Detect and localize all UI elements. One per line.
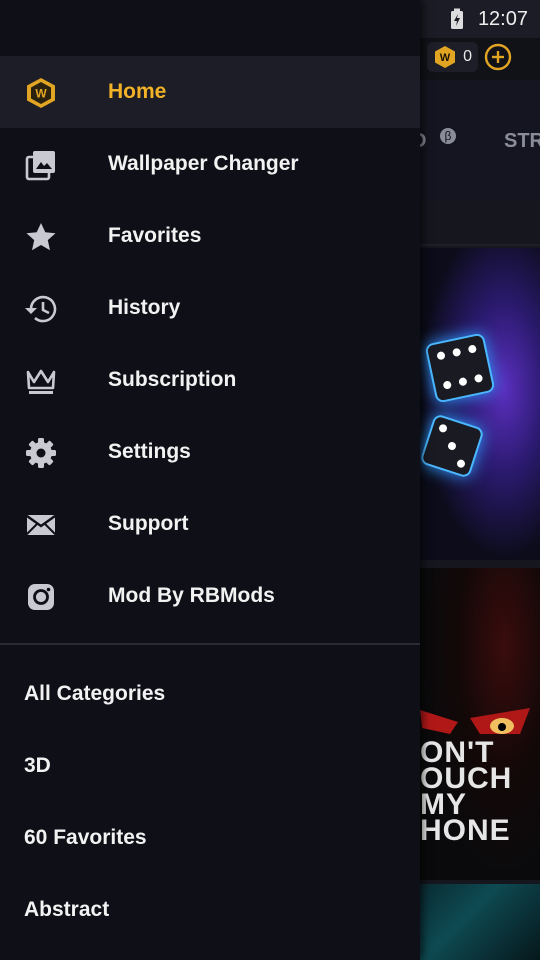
menu-item-history[interactable]: History bbox=[0, 272, 420, 344]
menu-label-favorites: Favorites bbox=[108, 224, 202, 247]
coin-count: 0 bbox=[463, 48, 472, 65]
add-coins-button[interactable] bbox=[484, 43, 512, 71]
coin-area: W 0 bbox=[427, 42, 512, 72]
menu-label-subscription: Subscription bbox=[108, 368, 237, 391]
category-3d[interactable]: 3D bbox=[0, 730, 420, 802]
coin-balance[interactable]: W 0 bbox=[427, 42, 478, 72]
drawer-divider bbox=[0, 643, 420, 645]
coin-icon: W bbox=[435, 46, 456, 68]
crown-icon bbox=[24, 364, 58, 398]
menu-item-wallpaper-changer[interactable]: Wallpaper Changer bbox=[0, 128, 420, 200]
menu-label-history: History bbox=[108, 296, 181, 319]
menu-item-home[interactable]: W Home bbox=[0, 56, 420, 128]
menu-label-wallpaper-changer: Wallpaper Changer bbox=[108, 152, 299, 175]
navigation-drawer: W Home Wallpaper Changer Favorites Histo… bbox=[0, 0, 420, 960]
history-icon bbox=[24, 292, 58, 326]
instagram-icon bbox=[24, 580, 58, 614]
gear-icon bbox=[24, 436, 58, 470]
category-abstract[interactable]: Abstract bbox=[0, 874, 420, 946]
menu-label-support: Support bbox=[108, 512, 189, 535]
category-60-favorites[interactable]: 60 Favorites bbox=[0, 802, 420, 874]
menu-item-favorites[interactable]: Favorites bbox=[0, 200, 420, 272]
menu-item-settings[interactable]: Settings bbox=[0, 416, 420, 488]
status-time: 12:07 bbox=[477, 8, 528, 30]
menu-label-home: Home bbox=[108, 80, 167, 103]
angry-eyes-graphic bbox=[420, 708, 530, 734]
beta-badge: β bbox=[440, 128, 456, 144]
dice-shape bbox=[424, 332, 496, 404]
battery-charging-icon bbox=[451, 8, 463, 29]
category-list: All Categories 3D 60 Favorites Abstract bbox=[0, 658, 420, 946]
menu-item-mod-by-rbmods[interactable]: Mod By RBMods bbox=[0, 560, 420, 632]
wallpaper-text: ON'T OUCH MY HONE bbox=[420, 736, 513, 847]
app-logo-icon: W bbox=[24, 76, 58, 110]
menu-label-settings: Settings bbox=[108, 440, 191, 463]
star-icon bbox=[24, 220, 58, 254]
menu-item-support[interactable]: Support bbox=[0, 488, 420, 560]
svg-text:W: W bbox=[35, 87, 47, 101]
category-all-categories[interactable]: All Categories bbox=[0, 658, 420, 730]
wallpaper-thumb-dice[interactable] bbox=[419, 248, 540, 560]
wallpaper-thumb-bottom[interactable] bbox=[420, 884, 540, 960]
svg-text:W: W bbox=[440, 52, 451, 64]
drawer-header-strip bbox=[0, 0, 420, 44]
dice-shape bbox=[419, 413, 485, 479]
menu-label-mod-by-rbmods: Mod By RBMods bbox=[108, 584, 275, 607]
wallpaper-changer-icon bbox=[24, 148, 58, 182]
menu-item-subscription[interactable]: Subscription bbox=[0, 344, 420, 416]
mail-icon bbox=[24, 508, 58, 542]
drawer-menu: W Home Wallpaper Changer Favorites Histo… bbox=[0, 56, 420, 632]
tab-partial-right[interactable]: STR bbox=[504, 130, 540, 153]
